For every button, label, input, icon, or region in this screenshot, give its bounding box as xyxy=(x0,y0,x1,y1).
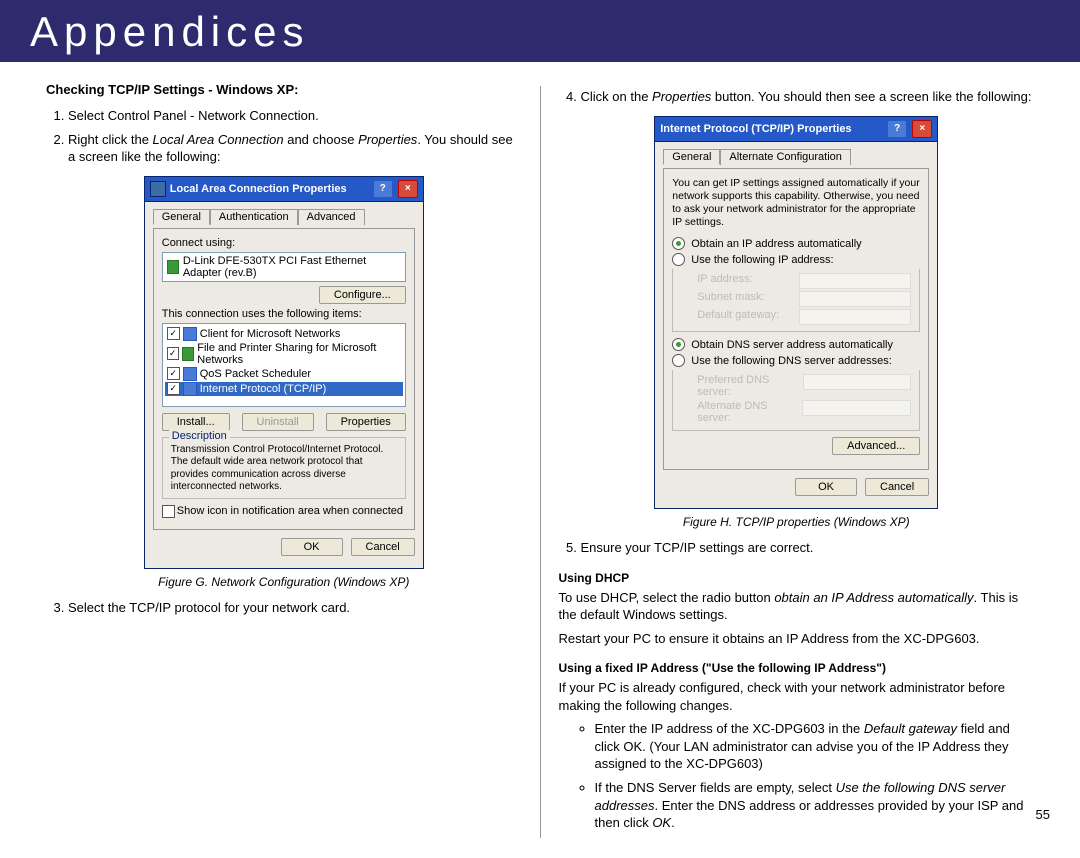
step-3: Select the TCP/IP protocol for your netw… xyxy=(68,599,522,617)
fig-h-intro: You can get IP settings assigned automat… xyxy=(672,177,920,230)
fig-g-title: Local Area Connection Properties xyxy=(170,183,347,195)
adapter-field: D-Link DFE-530TX PCI Fast Ethernet Adapt… xyxy=(162,252,406,282)
close-button-h[interactable]: × xyxy=(912,120,932,138)
connect-using-label: Connect using: xyxy=(162,237,406,249)
tab-adv[interactable]: Advanced xyxy=(298,209,365,225)
share-icon xyxy=(182,347,195,361)
step-5: Ensure your TCP/IP settings are correct. xyxy=(581,539,1035,557)
fixed-bullets: Enter the IP address of the XC-DPG603 in… xyxy=(559,720,1035,831)
right-steps: Click on the Properties button. You shou… xyxy=(559,88,1035,106)
help-button[interactable]: ? xyxy=(373,180,393,198)
left-heading: Checking TCP/IP Settings - Windows XP: xyxy=(46,82,522,97)
content-columns: Checking TCP/IP Settings - Windows XP: S… xyxy=(0,62,1080,858)
alt-dns-field xyxy=(802,400,911,416)
radio-obtain-ip[interactable] xyxy=(672,237,685,250)
fig-h-dialog: Internet Protocol (TCP/IP) Properties ? … xyxy=(654,116,938,510)
dhcp-p1: To use DHCP, select the radio button obt… xyxy=(559,589,1035,624)
advanced-button[interactable]: Advanced... xyxy=(832,437,920,455)
fig-h-caption: Figure H. TCP/IP properties (Windows XP) xyxy=(559,515,1035,529)
close-button[interactable]: × xyxy=(398,180,418,198)
fig-h-title: Internet Protocol (TCP/IP) Properties xyxy=(660,123,851,135)
client-icon xyxy=(183,327,197,341)
right-steps-2: Ensure your TCP/IP settings are correct. xyxy=(559,539,1035,557)
dhcp-p2: Restart your PC to ensure it obtains an … xyxy=(559,630,1035,648)
fig-g-dialog: Local Area Connection Properties ? × Gen… xyxy=(144,176,424,569)
header-title: Appendices xyxy=(30,8,310,55)
step-4: Click on the Properties button. You shou… xyxy=(581,88,1035,106)
left-column: Checking TCP/IP Settings - Windows XP: S… xyxy=(28,82,540,838)
ok-button-h[interactable]: OK xyxy=(795,478,857,496)
left-steps: Select Control Panel - Network Connectio… xyxy=(46,107,522,166)
items-listbox[interactable]: ✓Client for Microsoft Networks ✓File and… xyxy=(162,323,406,407)
gateway-field xyxy=(799,309,911,325)
tab-altconfig[interactable]: Alternate Configuration xyxy=(720,149,851,165)
step-1: Select Control Panel - Network Connectio… xyxy=(68,107,522,125)
radio-obtain-dns[interactable] xyxy=(672,338,685,351)
radio-use-ip[interactable] xyxy=(672,253,685,266)
tcpip-icon xyxy=(183,382,197,396)
fixed-heading: Using a fixed IP Address ("Use the follo… xyxy=(559,661,1035,675)
fig-g-tabs: General Authentication Advanced xyxy=(153,208,415,224)
nic-icon xyxy=(167,260,179,274)
fig-g-titlebar: Local Area Connection Properties ? × xyxy=(145,177,423,202)
bullet-2: If the DNS Server fields are empty, sele… xyxy=(595,779,1035,832)
subnet-field xyxy=(799,291,911,307)
fig-g-caption: Figure G. Network Configuration (Windows… xyxy=(46,575,522,589)
right-column: Click on the Properties button. You shou… xyxy=(541,82,1053,838)
cancel-button-h[interactable]: Cancel xyxy=(865,478,929,496)
install-button[interactable]: Install... xyxy=(162,413,230,431)
step-2: Right click the Local Area Connection an… xyxy=(68,131,522,166)
configure-button[interactable]: Configure... xyxy=(319,286,406,304)
fixed-p1: If your PC is already configured, check … xyxy=(559,679,1035,714)
qos-icon xyxy=(183,367,197,381)
tab-general-h[interactable]: General xyxy=(663,149,720,165)
bullet-1: Enter the IP address of the XC-DPG603 in… xyxy=(595,720,1035,773)
page-header: Appendices xyxy=(0,0,1080,62)
dhcp-heading: Using DHCP xyxy=(559,571,1035,585)
net-icon xyxy=(150,181,166,197)
description-group: Description Transmission Control Protoco… xyxy=(162,437,406,499)
ip-address-field xyxy=(799,273,911,289)
page-number: 55 xyxy=(1036,807,1050,822)
left-steps-2: Select the TCP/IP protocol for your netw… xyxy=(46,599,522,617)
tab-auth[interactable]: Authentication xyxy=(210,209,298,225)
items-label: This connection uses the following items… xyxy=(162,308,406,320)
help-button-h[interactable]: ? xyxy=(887,120,907,138)
ok-button[interactable]: OK xyxy=(281,538,343,556)
fig-h-titlebar: Internet Protocol (TCP/IP) Properties ? … xyxy=(655,117,937,142)
uninstall-button[interactable]: Uninstall xyxy=(242,413,314,431)
properties-button[interactable]: Properties xyxy=(326,413,406,431)
pref-dns-field xyxy=(803,374,912,390)
showicon-check[interactable] xyxy=(162,505,175,518)
cancel-button[interactable]: Cancel xyxy=(351,538,415,556)
tab-general[interactable]: General xyxy=(153,209,210,225)
radio-use-dns[interactable] xyxy=(672,354,685,367)
